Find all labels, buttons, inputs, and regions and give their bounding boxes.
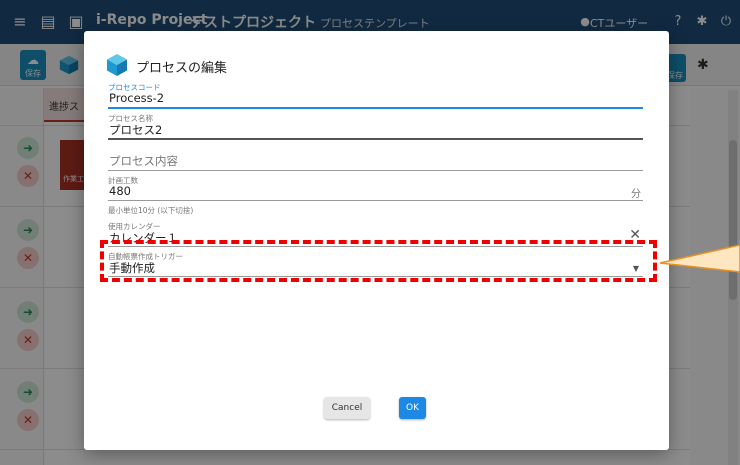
process-name-underline (108, 138, 643, 140)
process-code-input[interactable]: Process-2 (109, 91, 164, 105)
process-name-field[interactable]: プロセス名称 プロセス2 (108, 111, 643, 140)
process-code-field[interactable]: プロセスコード Process-2 (108, 80, 643, 109)
process-code-underline (108, 107, 643, 109)
highlight-annotation (100, 240, 657, 282)
cube-icon (107, 54, 127, 76)
process-content-underline (108, 170, 643, 171)
process-content-input[interactable]: プロセス内容 (109, 153, 178, 169)
planned-hours-underline (108, 200, 643, 201)
planned-hours-field[interactable]: 計画工数 480 分 最小単位10分 (以下切捨) (108, 173, 643, 215)
planned-hours-unit: 分 (631, 189, 641, 200)
process-content-field[interactable]: プロセス内容 (108, 149, 643, 171)
planned-hours-input[interactable]: 480 (109, 184, 131, 198)
ok-button[interactable]: OK (399, 397, 426, 419)
dialog-title: プロセスの編集 (136, 61, 228, 76)
cancel-button[interactable]: Cancel (324, 397, 370, 419)
process-name-input[interactable]: プロセス2 (109, 122, 162, 138)
planned-hours-hint: 最小単位10分 (以下切捨) (108, 206, 194, 215)
